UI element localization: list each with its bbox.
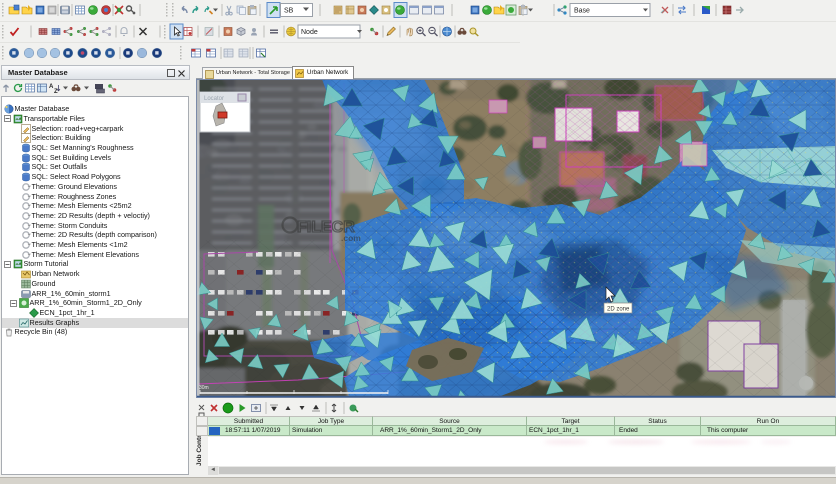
svg-text:Locator: Locator [204,96,224,102]
svg-text:2D zone: 2D zone [607,307,630,313]
svg-text:30m: 30m [199,385,209,391]
svg-text:Node: Node [301,29,318,36]
svg-text:.com: .com [341,233,361,243]
svg-text:SB: SB [284,8,294,15]
svg-text:Base: Base [574,8,590,15]
